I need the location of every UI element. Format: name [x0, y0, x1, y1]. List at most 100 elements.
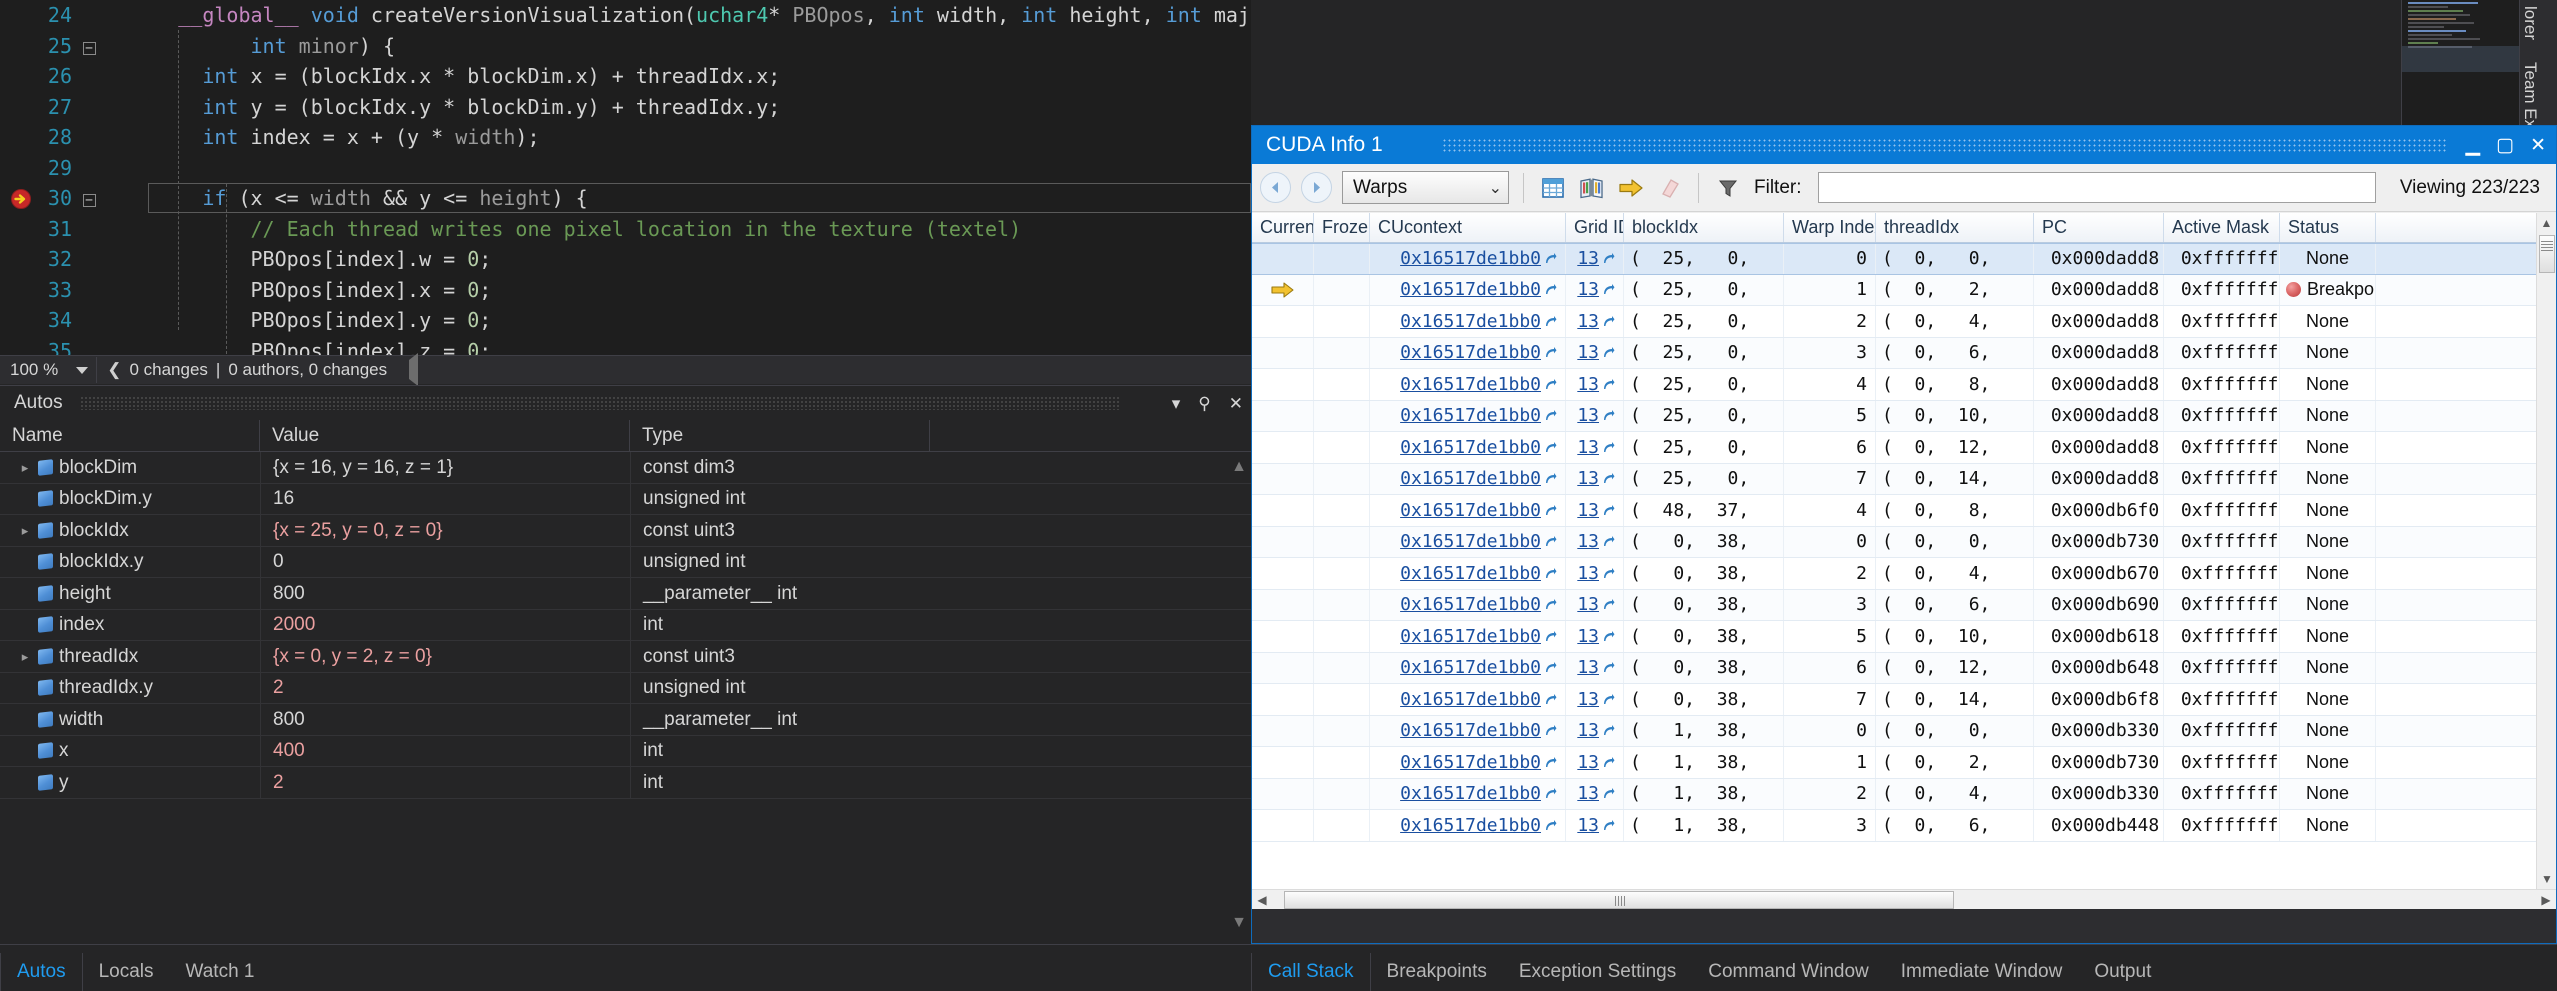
blockidx-cell[interactable]: ( 25, 0, 0)	[1624, 432, 1784, 463]
pc-cell[interactable]: 0x000db618	[2034, 621, 2164, 652]
table-horizontal-scrollbar[interactable]: ◀ ▶	[1252, 889, 2556, 909]
cucontext-link[interactable]: 0x16517de1bb0	[1400, 558, 1541, 589]
hop-link-icon[interactable]	[1602, 598, 1615, 611]
hop-link-icon[interactable]	[1602, 630, 1615, 643]
warp-index-cell[interactable]: 5	[1784, 400, 1876, 431]
column-header-type[interactable]: Type	[630, 419, 930, 452]
warp-index-cell[interactable]: 2	[1784, 306, 1876, 337]
grid-id-cell[interactable]: 13	[1566, 526, 1624, 557]
warp-index-cell[interactable]: 0	[1784, 244, 1876, 274]
autos-row[interactable]: blockDim.y 16 unsigned int	[0, 483, 1251, 515]
cucontext-link[interactable]: 0x16517de1bb0	[1400, 401, 1541, 432]
tab-call-stack[interactable]: Call Stack	[1251, 953, 1371, 991]
frozen-cell[interactable]	[1314, 558, 1370, 589]
threadidx-cell[interactable]: ( 0, 12, 0)	[1876, 432, 2034, 463]
active-mask-cell[interactable]: 0xffffffff	[2164, 337, 2280, 368]
maximize-button[interactable]: ▢	[2496, 136, 2514, 155]
warp-index-cell[interactable]: 5	[1784, 621, 1876, 652]
active-mask-cell[interactable]: 0xffffffff	[2164, 589, 2280, 620]
threadidx-cell[interactable]: ( 0, 0, 0)	[1876, 244, 2034, 274]
threadidx-cell[interactable]: ( 0, 4, 0)	[1876, 778, 2034, 809]
active-mask-cell[interactable]: 0xffffffff	[2164, 621, 2280, 652]
cucontext-cell[interactable]: 0x16517de1bb0	[1370, 747, 1566, 778]
current-cell[interactable]	[1252, 684, 1314, 715]
threadidx-cell[interactable]: ( 0, 10, 0)	[1876, 400, 2034, 431]
blockidx-cell[interactable]: ( 1, 38, 0)	[1624, 810, 1784, 841]
cucontext-link[interactable]: 0x16517de1bb0	[1400, 464, 1541, 495]
variable-name-cell[interactable]: x	[0, 735, 260, 767]
current-cell[interactable]	[1252, 526, 1314, 557]
frozen-cell[interactable]	[1314, 778, 1370, 809]
grid-id-cell[interactable]: 13	[1566, 274, 1624, 305]
cucontext-link[interactable]: 0x16517de1bb0	[1400, 244, 1541, 274]
frozen-cell[interactable]	[1314, 400, 1370, 431]
grid-id-link[interactable]: 13	[1577, 306, 1599, 337]
warp-index-cell[interactable]: 3	[1784, 589, 1876, 620]
grid-id-cell[interactable]: 13	[1566, 715, 1624, 746]
panel-close-button[interactable]: ✕	[1229, 395, 1243, 412]
pc-cell[interactable]: 0x000db6f0	[2034, 495, 2164, 526]
chevron-down-icon[interactable]	[76, 366, 89, 374]
hop-link-icon[interactable]	[1602, 693, 1615, 706]
threadidx-cell[interactable]: ( 0, 0, 0)	[1876, 715, 2034, 746]
cucontext-link[interactable]: 0x16517de1bb0	[1400, 369, 1541, 400]
expand-arrow-icon[interactable]: ▸	[18, 641, 32, 673]
status-cell[interactable]: None	[2280, 337, 2376, 368]
grid-id-cell[interactable]: 13	[1566, 244, 1624, 274]
hop-link-icon[interactable]	[1602, 535, 1615, 548]
autos-row[interactable]: ▸ threadIdx {x = 0, y = 2, z = 0} const uin…	[0, 640, 1251, 673]
book-view-icon[interactable]	[1577, 173, 1606, 202]
code-line[interactable]: 35 PBOpos[index].z = 0;	[0, 336, 1251, 356]
column-header-status[interactable]: Status	[2280, 213, 2376, 242]
grid-id-link[interactable]: 13	[1577, 558, 1599, 589]
status-cell[interactable]: None	[2280, 432, 2376, 463]
solution-explorer-tab[interactable]: lorer	[2520, 0, 2540, 46]
grid-id-link[interactable]: 13	[1577, 432, 1599, 463]
zoom-control[interactable]: 100 %	[0, 357, 98, 383]
current-cell[interactable]	[1252, 747, 1314, 778]
cucontext-link[interactable]: 0x16517de1bb0	[1400, 684, 1541, 715]
code-line[interactable]: 25− int minor) {	[0, 31, 1251, 62]
pc-cell[interactable]: 0x000dadd8	[2034, 432, 2164, 463]
variable-name-cell[interactable]: ▸ threadIdx	[0, 641, 260, 673]
status-cell[interactable]: Breakpo	[2280, 274, 2376, 305]
pc-cell[interactable]: 0x000db730	[2034, 526, 2164, 557]
warp-index-cell[interactable]: 6	[1784, 432, 1876, 463]
frozen-cell[interactable]	[1314, 621, 1370, 652]
close-button[interactable]: ✕	[2530, 136, 2546, 155]
status-cell[interactable]: None	[2280, 747, 2376, 778]
fold-collapse-icon[interactable]: −	[72, 32, 106, 63]
active-mask-cell[interactable]: 0xffffffff	[2164, 526, 2280, 557]
warp-index-cell[interactable]: 2	[1784, 558, 1876, 589]
hop-link-icon[interactable]	[1602, 504, 1615, 517]
cucontext-link[interactable]: 0x16517de1bb0	[1400, 779, 1541, 810]
threadidx-cell[interactable]: ( 0, 2, 0)	[1876, 747, 2034, 778]
grid-id-cell[interactable]: 13	[1566, 463, 1624, 494]
pc-cell[interactable]: 0x000dadd8	[2034, 369, 2164, 400]
active-mask-cell[interactable]: 0xffffffff	[2164, 652, 2280, 683]
table-row[interactable]: 0x16517de1bb0 13 ( 25, 0, 0)1( 0, 2, 0) 0x…	[1252, 274, 2556, 306]
status-cell[interactable]: None	[2280, 244, 2376, 274]
panel-dropdown-button[interactable]: ▾	[1172, 395, 1181, 412]
cucontext-link[interactable]: 0x16517de1bb0	[1400, 432, 1541, 463]
blockidx-cell[interactable]: ( 0, 38, 0)	[1624, 558, 1784, 589]
threadidx-cell[interactable]: ( 0, 8, 0)	[1876, 495, 2034, 526]
autos-variable-list[interactable]: ▸ blockDim {x = 16, y = 16, z = 1} const di…	[0, 451, 1251, 799]
autos-scroll-up-icon[interactable]: ▲	[1231, 458, 1247, 476]
hop-link-icon[interactable]	[1544, 535, 1557, 548]
cucontext-cell[interactable]: 0x16517de1bb0	[1370, 589, 1566, 620]
grid-id-link[interactable]: 13	[1577, 621, 1599, 652]
warp-index-cell[interactable]: 4	[1784, 369, 1876, 400]
active-mask-cell[interactable]: 0xffffffff	[2164, 244, 2280, 274]
threadidx-cell[interactable]: ( 0, 6, 0)	[1876, 589, 2034, 620]
grid-id-cell[interactable]: 13	[1566, 747, 1624, 778]
blockidx-cell[interactable]: ( 48, 37, 0)	[1624, 495, 1784, 526]
variable-name-cell[interactable]: threadIdx.y	[0, 672, 260, 704]
variable-name-cell[interactable]: width	[0, 704, 260, 736]
blockidx-cell[interactable]: ( 1, 38, 0)	[1624, 778, 1784, 809]
column-header-active-mask[interactable]: Active Mask	[2164, 213, 2280, 242]
frozen-cell[interactable]	[1314, 306, 1370, 337]
status-cell[interactable]: None	[2280, 589, 2376, 620]
warp-index-cell[interactable]: 0	[1784, 715, 1876, 746]
table-row[interactable]: 0x16517de1bb0 13 ( 1, 38, 0)0( 0, 0, 0) 0x…	[1252, 715, 2556, 747]
